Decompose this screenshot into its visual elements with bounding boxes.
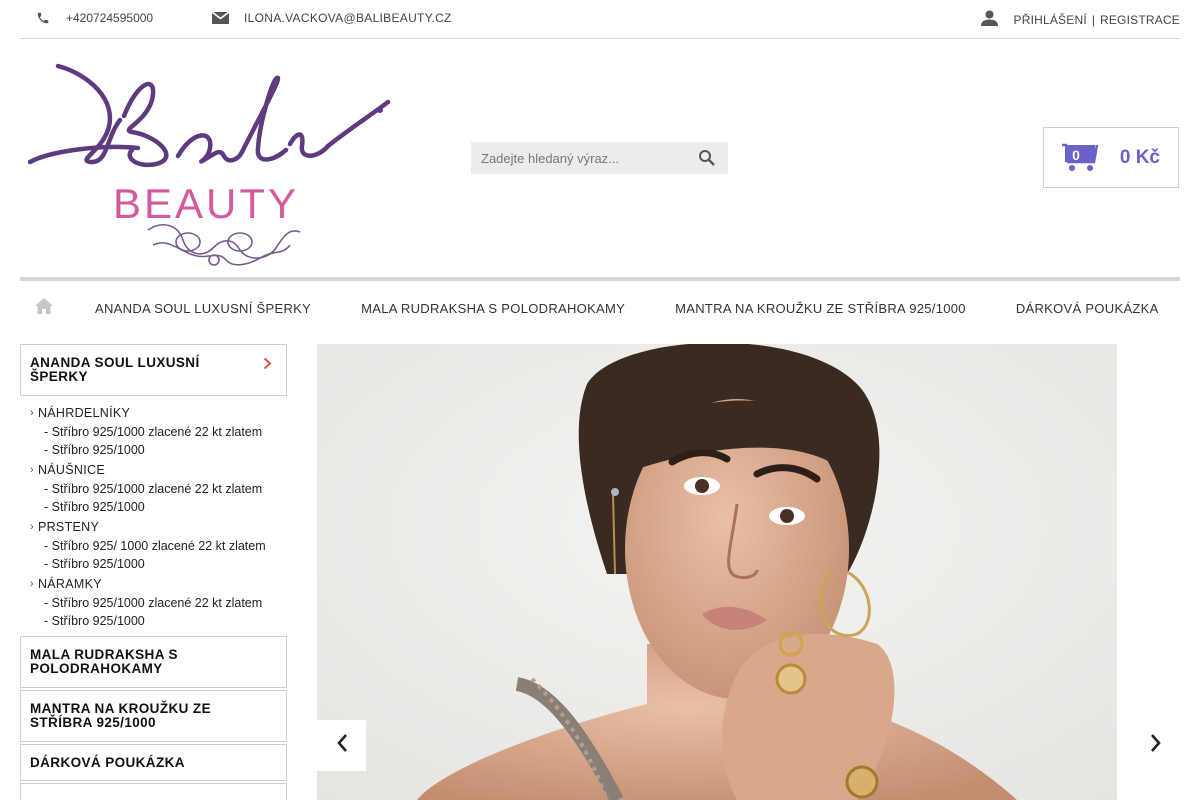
search-icon[interactable] (698, 149, 716, 167)
sidebar-category-mantra[interactable]: MANTRA NA KROUŽKU ZE STŘÍBRA 925/1000 (20, 690, 287, 742)
search-input[interactable] (471, 142, 686, 174)
register-link[interactable]: REGISTRACE (1100, 13, 1180, 27)
sidebar-group-label: NÁUŠNICE (37, 462, 105, 477)
sidebar-category-gift-voucher[interactable]: DÁRKOVÁ POUKÁZKA (20, 744, 287, 781)
chevron-left-icon (336, 733, 348, 758)
sidebar-group-label: NÁHRDELNÍKY (37, 405, 131, 420)
slider-next-button[interactable] (1133, 720, 1178, 771)
sidebar-category-label: ANANDA SOUL LUXUSNÍ ŠPERKY (30, 355, 200, 384)
cart-total: 0 Kč (1119, 147, 1160, 168)
sidebar-group-bracelets[interactable]: › NÁRAMKY (30, 573, 287, 594)
chevron-small-icon: › (30, 406, 34, 419)
nav-item-mantra[interactable]: MANTRA NA KROUŽKU ZE STŘÍBRA 925/1000 (675, 301, 966, 316)
nav-item-mala-rudraksha[interactable]: MALA RUDRAKSHA S POLODRAHOKAMY (361, 301, 625, 316)
sidebar-group-label: NÁRAMKY (37, 576, 102, 591)
account-separator: | (1091, 12, 1095, 27)
email-contact[interactable]: ILONA.VACKOVA@BALIBEAUTY.CZ (212, 11, 452, 25)
hero-slide-image[interactable] (317, 344, 1117, 800)
chevron-small-icon: › (30, 577, 34, 590)
sidebar-group-rings[interactable]: › PRSTENY (30, 516, 287, 537)
sidebar-subitem[interactable]: - Stříbro 925/1000 (30, 498, 287, 516)
cart-widget[interactable]: 0 0 Kč (1043, 127, 1179, 188)
sidebar-subitem[interactable]: - Stříbro 925/1000 (30, 441, 287, 459)
sidebar-group-earrings[interactable]: › NÁUŠNICE (30, 459, 287, 480)
sidebar-group-label: PRSTENY (37, 519, 100, 534)
chevron-right-icon (263, 357, 272, 373)
phone-contact[interactable]: +420724595000 (36, 11, 153, 25)
phone-icon (36, 11, 50, 25)
chevron-small-icon: › (30, 520, 34, 533)
sidebar-subitem[interactable]: - Stříbro 925/1000 zlacené 22 kt zlatem (30, 423, 287, 441)
chevron-right-icon (1150, 733, 1162, 758)
home-icon[interactable] (35, 298, 53, 319)
top-bar: +420724595000 ILONA.VACKOVA@BALIBEAUTY.C… (20, 0, 1180, 39)
slider-prev-button[interactable] (317, 720, 366, 771)
sidebar-category-mala-rudraksha[interactable]: MALA RUDRAKSHA S POLODRAHOKAMY (20, 636, 287, 688)
login-link[interactable]: PŘIHLÁŠENÍ (1014, 13, 1087, 27)
sidebar-group-necklaces[interactable]: › NÁHRDELNÍKY (30, 402, 287, 423)
sidebar-category-partial[interactable] (20, 783, 287, 800)
nav-item-gift-voucher[interactable]: DÁRKOVÁ POUKÁZKA (1016, 301, 1159, 316)
sidebar-subitem[interactable]: - Stříbro 925/1000 zlacené 22 kt zlatem (30, 480, 287, 498)
sidebar-subitem[interactable]: - Stříbro 925/1000 (30, 555, 287, 573)
sidebar-category-ananda-soul[interactable]: ANANDA SOUL LUXUSNÍ ŠPERKY (20, 344, 287, 396)
envelope-icon (212, 12, 229, 24)
sidebar-subitem[interactable]: - Stříbro 925/1000 (30, 612, 287, 630)
sidebar-subitem[interactable]: - Stříbro 925/1000 zlacené 22 kt zlatem (30, 594, 287, 612)
nav-item-ananda-soul[interactable]: ANANDA SOUL LUXUSNÍ ŠPERKY (95, 301, 311, 316)
cart-count: 0 (1072, 147, 1080, 163)
sidebar-subcategories: › NÁHRDELNÍKY - Stříbro 925/1000 zlacené … (20, 396, 287, 636)
site-logo[interactable]: BEAUTY (27, 60, 398, 270)
sidebar-subitem[interactable]: - Stříbro 925/ 1000 zlacené 22 kt zlatem (30, 537, 287, 555)
account-links: PŘIHLÁŠENÍ | REGISTRACE (980, 10, 1181, 29)
main-navigation: ANANDA SOUL LUXUSNÍ ŠPERKY MALA RUDRAKSH… (20, 277, 1180, 335)
user-icon (980, 10, 998, 29)
category-sidebar: ANANDA SOUL LUXUSNÍ ŠPERKY › NÁHRDELNÍKY … (20, 344, 287, 800)
chevron-small-icon: › (30, 463, 34, 476)
phone-number: +420724595000 (66, 11, 154, 25)
email-address: ILONA.VACKOVA@BALIBEAUTY.CZ (244, 11, 452, 25)
search-bar (471, 142, 728, 174)
logo-brand-text: BEAUTY (113, 180, 299, 227)
